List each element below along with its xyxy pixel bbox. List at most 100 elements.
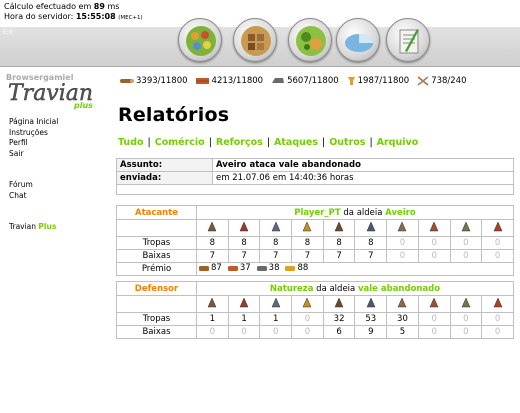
map-icon[interactable] <box>288 18 332 62</box>
crop-icon <box>285 265 296 271</box>
sidebar-item-profile[interactable]: Perfil <box>9 138 58 149</box>
bounty-item: 38 <box>256 263 283 273</box>
iron-icon <box>272 78 285 83</box>
logo-plus-text: plus <box>73 101 93 110</box>
attacker-losses-cell: 7 <box>354 249 388 263</box>
travian-plus-logo[interactable]: Browsergamiel Travian plus <box>4 72 114 112</box>
sidebar-item-instructions[interactable]: Instruções <box>9 128 58 139</box>
battering-ram-icon <box>386 219 419 237</box>
bat-icon <box>291 295 324 313</box>
bounty-item: 88 <box>285 263 311 273</box>
defender-middle-text: da aldeia <box>316 283 356 294</box>
defender-losses-cell: 6 <box>322 325 356 339</box>
attacker-losses-cell: 0 <box>449 249 483 263</box>
elephant-icon <box>481 295 514 313</box>
attacker-losses-cell: 7 <box>291 249 324 263</box>
equites-imperatoris-icon <box>322 219 356 237</box>
rat-icon <box>196 295 229 313</box>
tab-attacks[interactable]: Ataques <box>274 137 318 148</box>
wood-icon <box>199 265 209 271</box>
attacker-troops-cell: 0 <box>481 236 514 250</box>
defender-troops-cell: 32 <box>322 312 356 326</box>
bounty-value: 37 <box>239 263 251 274</box>
attacker-troops-cell: 8 <box>227 236 261 250</box>
resource-iron-value: 5607/11800 <box>287 76 339 86</box>
clay-icon <box>227 265 238 271</box>
resource-wood: 3393/11800 <box>120 76 188 86</box>
sidebar-item-home[interactable]: Página Inicial <box>9 117 58 128</box>
attacker-middle-text: da aldeia <box>343 207 383 218</box>
village-overview-icon[interactable] <box>178 18 222 62</box>
battle-report-table: Atacante Player_PT da aldeia Aveiro Trop… <box>116 205 514 339</box>
defender-troops-label: Tropas <box>116 312 197 326</box>
defender-losses-cell: 0 <box>449 325 483 339</box>
defender-losses-cell: 9 <box>354 325 388 339</box>
tab-all[interactable]: Tudo <box>118 137 144 148</box>
defender-troops-cell: 1 <box>196 312 229 326</box>
subject-value: Aveiro ataca vale abandonado <box>212 158 514 172</box>
attacker-village-link[interactable]: Aveiro <box>385 208 416 218</box>
calc-value: 89 <box>93 2 105 11</box>
defender-troops-cell: 0 <box>417 312 451 326</box>
calc-unit: ms <box>107 2 120 11</box>
defender-losses-cell: 0 <box>417 325 451 339</box>
attacker-losses-cell: 0 <box>417 249 451 263</box>
attacker-losses-cell: 0 <box>386 249 419 263</box>
bounty-item: 37 <box>227 263 254 274</box>
server-time-label: Hora do servidor: <box>4 12 74 21</box>
defender-player-link[interactable]: Natureza <box>270 284 314 294</box>
resource-wood-value: 3393/11800 <box>136 76 188 86</box>
attacker-player-link[interactable]: Player_PT <box>294 208 340 218</box>
resource-iron: 5607/11800 <box>271 76 339 86</box>
defender-section: Defensor Natureza da aldeia vale abandon… <box>116 281 514 339</box>
attacker-troops-cell: 0 <box>386 236 419 250</box>
fire-catapult-icon <box>417 219 451 237</box>
village-center-icon[interactable] <box>233 18 277 62</box>
defender-troops-cell: 0 <box>449 312 483 326</box>
wild-boar-icon <box>322 295 356 313</box>
tab-other[interactable]: Outros <box>329 137 365 148</box>
bounty-value: 88 <box>297 263 309 274</box>
crocodile-icon <box>417 295 451 313</box>
attacker-troops-cell: 8 <box>196 236 229 250</box>
resource-consumption: 738/240 <box>417 76 467 86</box>
resource-crop-value: 1987/11800 <box>357 76 410 86</box>
page-title: Relatórios <box>118 104 230 126</box>
sidebar-item-travian-plus[interactable]: Travian Plus <box>9 222 58 233</box>
messages-icon[interactable] <box>386 18 430 62</box>
legionnaire-icon <box>196 219 229 237</box>
defender-losses-cell: 0 <box>481 325 514 339</box>
sent-value: em 21.07.06 em 14:40:36 horas <box>212 171 514 185</box>
tab-archive[interactable]: Arquivo <box>377 137 419 148</box>
subject-label: Assunto: <box>116 158 213 172</box>
spider-icon <box>227 295 261 313</box>
report-header-table: Assunto: Aveiro ataca vale abandonado en… <box>116 158 514 195</box>
attacker-section: Atacante Player_PT da aldeia Aveiro Trop… <box>116 205 514 282</box>
attacker-troops-cell: 8 <box>354 236 388 250</box>
attacker-troops-cell: 0 <box>417 236 451 250</box>
statistics-icon[interactable] <box>336 18 380 62</box>
tab-trade[interactable]: Comércio <box>155 137 205 148</box>
wood-icon <box>120 79 134 83</box>
sidebar-item-forum[interactable]: Fórum <box>9 180 58 191</box>
version-label: E:0 <box>3 29 13 36</box>
defender-heading: Natureza da aldeia vale abandonado <box>196 281 514 296</box>
imperian-icon <box>259 219 293 237</box>
defender-troops-cell: 1 <box>259 312 293 326</box>
resource-clay: 4213/11800 <box>195 76 263 86</box>
attacker-troops-cell: 0 <box>449 236 483 250</box>
attacker-role-label: Atacante <box>116 205 197 220</box>
resource-consumption-value: 738/240 <box>431 76 467 86</box>
defender-village-link[interactable]: vale abandonado <box>358 284 440 294</box>
attacker-losses-cell: 7 <box>227 249 261 263</box>
sidebar-item-chat[interactable]: Chat <box>9 191 58 202</box>
equites-legati-icon <box>291 219 324 237</box>
attacker-troops-cell: 8 <box>322 236 356 250</box>
server-timezone: (MEC+1) <box>118 15 143 21</box>
bounty-value: 87 <box>211 263 222 274</box>
bounty-item: 87 <box>199 263 225 273</box>
sidebar-item-logout[interactable]: Sair <box>9 149 58 160</box>
tiger-icon <box>449 295 483 313</box>
tab-reinforcements[interactable]: Reforços <box>216 137 263 148</box>
snake-icon <box>259 295 293 313</box>
